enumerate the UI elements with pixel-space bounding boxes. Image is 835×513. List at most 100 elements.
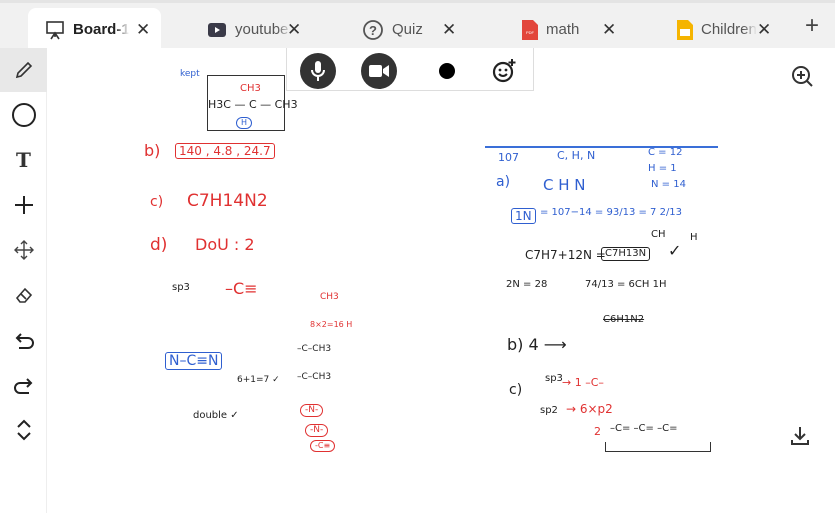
close-tab-icon[interactable]: ✕ — [757, 20, 771, 40]
handwritten-note: sp2 — [540, 405, 558, 416]
tool-sidebar: T — [0, 48, 47, 513]
handwritten-note: 8×2=16 H — [310, 320, 353, 329]
undo-icon — [13, 330, 35, 350]
handwritten-note: 107 — [498, 151, 519, 164]
help-circle-icon: ? — [362, 19, 384, 41]
tab-board-1[interactable]: Board-1 ✕ — [28, 8, 161, 51]
handwritten-note: H = 1 — [648, 163, 677, 174]
drawn-bracket — [605, 442, 711, 452]
plus-icon — [14, 195, 34, 215]
handwritten-note: H — [690, 232, 698, 243]
zoom-in-button[interactable] — [790, 64, 814, 93]
new-tab-button[interactable]: + — [805, 12, 819, 40]
handwritten-note: 1N — [511, 208, 536, 224]
zoom-in-icon — [792, 66, 813, 87]
plus-tool-button[interactable] — [0, 183, 47, 227]
handwritten-note: 2 — [594, 425, 601, 438]
handwritten-note: 6+1=7 ✓ — [237, 375, 280, 385]
camera-button[interactable] — [361, 53, 397, 89]
handwritten-note: H — [236, 117, 253, 129]
handwritten-note: 2N = 28 — [506, 279, 548, 290]
handwritten-note: = 107−14 = 93/13 = 7 2/13 — [540, 207, 683, 218]
handwritten-note: sp3 — [172, 282, 190, 293]
tab-label: youtube — [235, 21, 289, 38]
handwritten-note: kept — [180, 69, 200, 79]
close-tab-icon[interactable]: ✕ — [442, 20, 456, 40]
microphone-button[interactable] — [300, 53, 336, 89]
handwritten-note: –C≡ — [225, 279, 258, 298]
handwritten-note: 74/13 = 6CH 1H — [585, 279, 667, 290]
handwritten-note: C6H1N2 — [603, 314, 645, 325]
eraser-tool-button[interactable] — [0, 273, 47, 317]
handwritten-note: N = 14 — [651, 179, 686, 190]
tab-label: Quiz — [392, 21, 423, 38]
handwritten-note: → 1 –C– — [562, 376, 604, 389]
pencil-tool-button[interactable] — [0, 48, 47, 92]
handwritten-note: CH — [651, 229, 666, 240]
handwritten-note: H3C — C — CH3 — [208, 98, 298, 111]
handwritten-note: N–C≡N — [165, 352, 223, 370]
handwritten-note: 140 , 4.8 , 24.7 — [175, 143, 275, 159]
handwritten-note: C = 12 — [648, 147, 683, 158]
media-controls — [286, 48, 534, 91]
record-dot-icon — [439, 63, 455, 79]
handwritten-note: ✓ — [668, 241, 682, 260]
handwritten-note: DoU : 2 — [195, 235, 255, 254]
handwritten-note: sp3 — [545, 373, 563, 384]
handwritten-note: –C–CH3 — [297, 372, 332, 382]
handwritten-note: b) 4 ⟶ — [507, 335, 567, 354]
tab-math[interactable]: PDF math ✕ — [505, 8, 645, 51]
move-tool-button[interactable] — [0, 228, 47, 272]
handwritten-note: c) — [150, 194, 164, 210]
download-button[interactable] — [789, 425, 811, 452]
microphone-icon — [311, 61, 325, 81]
emoji-button[interactable] — [486, 53, 522, 89]
handwritten-note: C H N — [543, 176, 586, 194]
tab-quiz[interactable]: ? Quiz ✕ — [345, 8, 485, 51]
handwritten-note: –C= –C= –C= — [610, 423, 678, 434]
pdf-icon: PDF — [522, 19, 538, 40]
handwritten-note: -N- — [305, 424, 329, 437]
circle-tool-button[interactable] — [0, 93, 47, 137]
tab-label: math — [546, 21, 580, 38]
text-icon: T — [16, 148, 31, 172]
tab-label: Board-1 — [73, 21, 129, 38]
handwritten-note: C, H, N — [557, 149, 596, 162]
text-tool-button[interactable]: T — [0, 138, 47, 182]
tab-bar: Board-1 ✕ youtube ✕? Quiz ✕ PDF math ✕ Children ✕ — [0, 0, 835, 51]
whiteboard-icon — [45, 20, 65, 40]
drawn-line — [485, 146, 718, 148]
record-button[interactable] — [429, 53, 465, 89]
circle-icon — [11, 102, 37, 128]
handwritten-note: C7H14N2 — [187, 191, 268, 211]
emoji-add-icon — [492, 59, 516, 83]
close-tab-icon[interactable]: ✕ — [287, 20, 301, 40]
handwritten-note: CH3 — [240, 83, 261, 94]
redo-tool-button[interactable] — [0, 363, 47, 407]
handwritten-note: a) — [496, 174, 511, 190]
close-tab-icon[interactable]: ✕ — [602, 20, 616, 40]
pencil-icon — [14, 60, 34, 80]
handwritten-note: -C≡ — [310, 440, 336, 452]
handwritten-note: d) — [150, 235, 168, 255]
collapse-tool-button[interactable] — [0, 408, 47, 452]
handwritten-note: → 6×p2 — [566, 402, 613, 416]
tab-label: Children — [701, 21, 757, 38]
svg-text:PDF: PDF — [526, 30, 535, 35]
slides-icon — [677, 19, 693, 40]
video-camera-icon — [369, 65, 389, 77]
handwritten-note: CH3 — [320, 292, 339, 302]
close-tab-icon[interactable]: ✕ — [136, 20, 150, 40]
handwritten-note: C7H13N — [601, 247, 651, 261]
youtube-icon — [207, 22, 227, 38]
eraser-icon — [14, 285, 34, 305]
handwritten-note: double ✓ — [193, 410, 239, 421]
handwritten-note: -N- — [300, 404, 324, 417]
collapse-icon — [15, 419, 33, 441]
tab-youtube[interactable]: youtube ✕ — [190, 8, 330, 51]
tab-children[interactable]: Children ✕ — [660, 8, 800, 51]
undo-tool-button[interactable] — [0, 318, 47, 362]
download-icon — [791, 427, 809, 445]
handwritten-note: b) — [144, 141, 161, 160]
handwritten-note: C7H7+12N = — [525, 248, 606, 262]
